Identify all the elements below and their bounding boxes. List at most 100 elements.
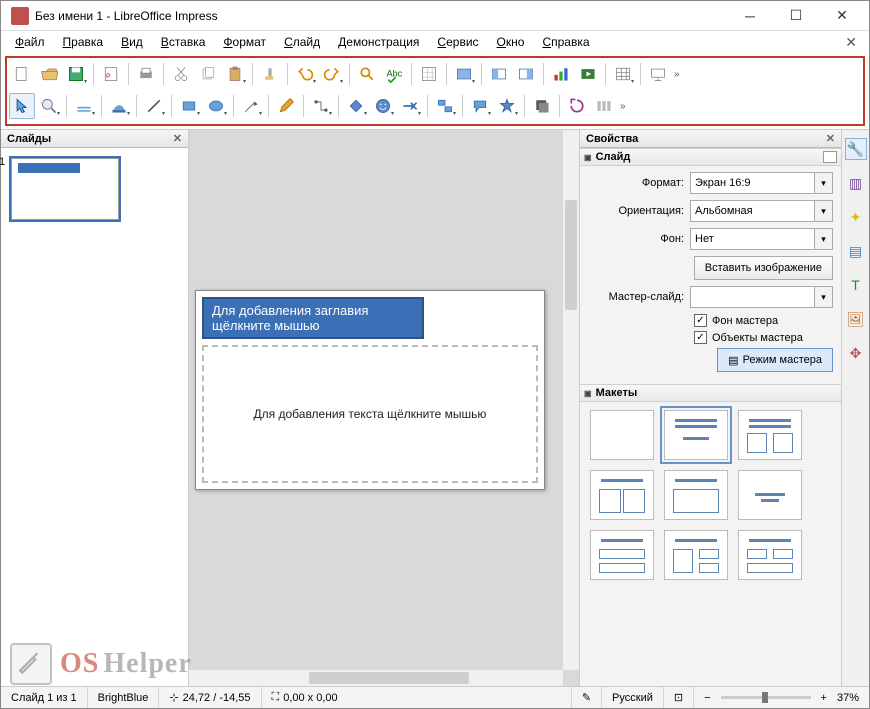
menu-вставка[interactable]: Вставка bbox=[153, 33, 214, 51]
arrows-button[interactable]: ▾ bbox=[397, 93, 423, 119]
undo-button[interactable]: ▾ bbox=[292, 61, 318, 87]
print-button[interactable] bbox=[133, 61, 159, 87]
master-combo[interactable]: ▾ bbox=[690, 286, 833, 308]
copy-button[interactable] bbox=[195, 61, 221, 87]
layout-title-two-content[interactable] bbox=[738, 410, 802, 460]
zoom-out-icon[interactable]: − bbox=[704, 692, 710, 704]
title-placeholder[interactable]: Для добавления заглавия щёлкните мышью bbox=[202, 297, 424, 339]
menu-формат[interactable]: Формат bbox=[215, 33, 274, 51]
status-signature-icon[interactable]: ✎ bbox=[572, 687, 602, 708]
line-arrow-button[interactable]: ▾ bbox=[238, 93, 264, 119]
callout-button[interactable]: ▾ bbox=[467, 93, 493, 119]
basic-shapes-button[interactable]: ▾ bbox=[343, 93, 369, 119]
slide-section-more-icon[interactable] bbox=[823, 151, 837, 163]
status-fit-icon[interactable]: ⊡ bbox=[664, 687, 694, 708]
pencil-button[interactable] bbox=[273, 93, 299, 119]
master-bg-checkbox[interactable]: ✓Фон мастера bbox=[694, 314, 833, 327]
save-button[interactable]: ▾ bbox=[63, 61, 89, 87]
pointer-button[interactable] bbox=[9, 93, 35, 119]
properties-panel-close-icon[interactable]: ✕ bbox=[826, 132, 835, 145]
export-pdf-button[interactable]: P bbox=[98, 61, 124, 87]
close-button[interactable]: ✕ bbox=[819, 2, 865, 30]
zoom-slider[interactable] bbox=[721, 696, 811, 699]
layout-centered[interactable] bbox=[738, 470, 802, 520]
status-slide-count[interactable]: Слайд 1 из 1 bbox=[1, 687, 88, 708]
master-objects-checkbox[interactable]: ✓Объекты мастера bbox=[694, 331, 833, 344]
horizontal-scrollbar[interactable] bbox=[189, 670, 563, 686]
layout-title-only[interactable] bbox=[590, 470, 654, 520]
grid-button[interactable] bbox=[416, 61, 442, 87]
menu-сервис[interactable]: Сервис bbox=[429, 33, 486, 51]
maximize-button[interactable]: ☐ bbox=[773, 2, 819, 30]
smiley-button[interactable]: ▾ bbox=[370, 93, 396, 119]
format-combo[interactable]: Экран 16:9▾ bbox=[690, 172, 833, 194]
redo-button[interactable]: ▾ bbox=[319, 61, 345, 87]
orientation-combo[interactable]: Альбомная▾ bbox=[690, 200, 833, 222]
status-theme[interactable]: BrightBlue bbox=[88, 687, 160, 708]
sidebar-tab-navigator[interactable]: ✥ bbox=[845, 342, 867, 364]
chart-button[interactable] bbox=[548, 61, 574, 87]
zoom-in-icon[interactable]: + bbox=[821, 692, 827, 704]
layouts-section-header[interactable]: ▣ Макеты bbox=[580, 384, 841, 402]
slides-panel-close-icon[interactable]: ✕ bbox=[173, 132, 182, 145]
status-zoom[interactable]: − + 37% bbox=[694, 687, 869, 708]
menu-файл[interactable]: Файл bbox=[7, 33, 53, 51]
layout-v1[interactable] bbox=[590, 530, 654, 580]
star-button[interactable]: ▾ bbox=[494, 93, 520, 119]
menu-окно[interactable]: Окно bbox=[489, 33, 533, 51]
zoom-button[interactable]: ▾ bbox=[36, 93, 62, 119]
rectangle-button[interactable]: ▾ bbox=[176, 93, 202, 119]
background-combo[interactable]: Нет▾ bbox=[690, 228, 833, 250]
menu-вид[interactable]: Вид bbox=[113, 33, 151, 51]
open-button[interactable] bbox=[36, 61, 62, 87]
spellcheck-button[interactable]: Abc bbox=[381, 61, 407, 87]
current-slide[interactable]: Для добавления заглавия щёлкните мышью Д… bbox=[195, 290, 545, 490]
vertical-scrollbar[interactable] bbox=[563, 130, 579, 670]
menu-справка[interactable]: Справка bbox=[534, 33, 597, 51]
ellipse-button[interactable]: ▾ bbox=[203, 93, 229, 119]
text-box-button[interactable]: ▾ bbox=[71, 93, 97, 119]
clone-format-button[interactable] bbox=[257, 61, 283, 87]
content-placeholder[interactable]: Для добавления текста щёлкните мышью bbox=[202, 345, 538, 483]
connector-button[interactable]: ▾ bbox=[308, 93, 334, 119]
distribute-button[interactable] bbox=[591, 93, 617, 119]
slides-list[interactable]: 1 bbox=[1, 148, 188, 686]
table-button[interactable]: ▾ bbox=[610, 61, 636, 87]
layout-title-content[interactable] bbox=[664, 410, 728, 460]
table-toolbar-button[interactable]: ▾ bbox=[451, 61, 477, 87]
layout-v2[interactable] bbox=[664, 530, 728, 580]
media-button[interactable] bbox=[575, 61, 601, 87]
rotate-button[interactable] bbox=[564, 93, 590, 119]
close-document-button[interactable]: ✕ bbox=[839, 34, 863, 51]
sidebar-tab-slide-transition[interactable]: ▥ bbox=[845, 172, 867, 194]
slide-thumbnail-1[interactable] bbox=[11, 158, 119, 220]
cut-button[interactable] bbox=[168, 61, 194, 87]
toolbar-expand-icon[interactable]: » bbox=[672, 69, 682, 80]
insert-image-button[interactable]: Вставить изображение bbox=[694, 256, 833, 280]
find-replace-button[interactable] bbox=[354, 61, 380, 87]
sidebar-tab-properties[interactable]: 🔧 bbox=[845, 138, 867, 160]
image-right-button[interactable] bbox=[513, 61, 539, 87]
sidebar-tab-gallery[interactable]: 🖼 bbox=[845, 308, 867, 330]
align-obj-button[interactable]: ▾ bbox=[432, 93, 458, 119]
new-button[interactable] bbox=[9, 61, 35, 87]
sidebar-tab-styles[interactable]: T bbox=[845, 274, 867, 296]
minimize-button[interactable]: ─ bbox=[727, 2, 773, 30]
shadow3d-button[interactable] bbox=[529, 93, 555, 119]
menu-правка[interactable]: Правка bbox=[55, 33, 112, 51]
menu-слайд[interactable]: Слайд bbox=[276, 33, 328, 51]
layout-v3[interactable] bbox=[738, 530, 802, 580]
sidebar-tab-animation[interactable]: ✦ bbox=[845, 206, 867, 228]
sidebar-tab-master[interactable]: ▤ bbox=[845, 240, 867, 262]
canvas-viewport[interactable]: Для добавления заглавия щёлкните мышью Д… bbox=[189, 130, 579, 686]
line-button[interactable]: ▾ bbox=[141, 93, 167, 119]
paste-button[interactable]: ▾ bbox=[222, 61, 248, 87]
toolbar-expand-icon[interactable]: » bbox=[618, 101, 628, 112]
start-show-button[interactable] bbox=[645, 61, 671, 87]
fill-button[interactable]: ▾ bbox=[106, 93, 132, 119]
status-language[interactable]: Русский bbox=[602, 687, 664, 708]
image-left-button[interactable] bbox=[486, 61, 512, 87]
layout-two-content[interactable] bbox=[664, 470, 728, 520]
master-mode-button[interactable]: ▤ Режим мастера bbox=[717, 348, 833, 372]
menu-демонстрация[interactable]: Демонстрация bbox=[330, 33, 427, 51]
